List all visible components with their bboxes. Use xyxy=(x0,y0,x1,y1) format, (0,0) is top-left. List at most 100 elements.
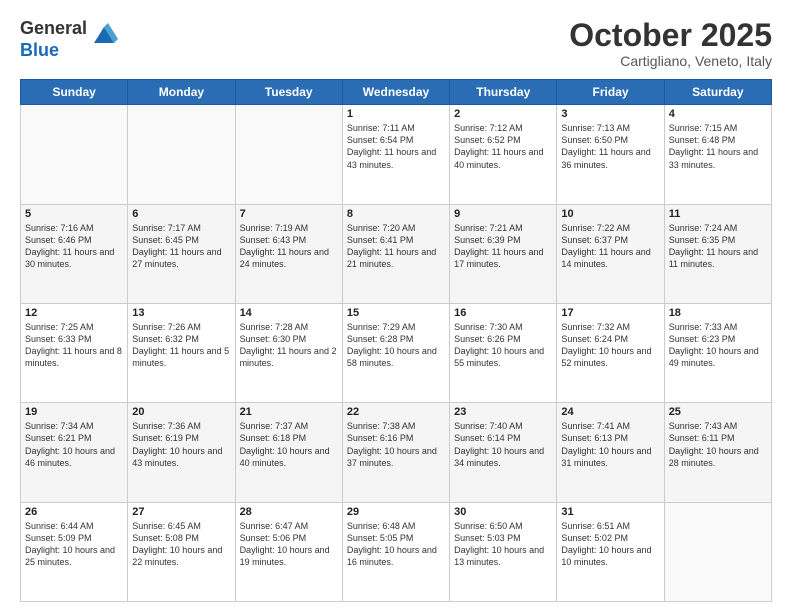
day-number: 23 xyxy=(454,406,552,418)
day-info: Sunrise: 6:47 AM Sunset: 5:06 PM Dayligh… xyxy=(240,520,338,569)
day-number: 21 xyxy=(240,406,338,418)
header-sunday: Sunday xyxy=(21,80,128,105)
day-number: 3 xyxy=(561,108,659,120)
logo: General Blue xyxy=(20,18,118,61)
calendar-week-row: 12 Sunrise: 7:25 AM Sunset: 6:33 PM Dayli… xyxy=(21,303,772,402)
calendar-week-row: 19 Sunrise: 7:34 AM Sunset: 6:21 PM Dayli… xyxy=(21,403,772,502)
day-info: Sunrise: 7:43 AM Sunset: 6:11 PM Dayligh… xyxy=(669,420,767,469)
table-row xyxy=(235,105,342,204)
table-row: 17 Sunrise: 7:32 AM Sunset: 6:24 PM Dayli… xyxy=(557,303,664,402)
day-number: 2 xyxy=(454,108,552,120)
day-info: Sunrise: 7:28 AM Sunset: 6:30 PM Dayligh… xyxy=(240,321,338,370)
day-number: 19 xyxy=(25,406,123,418)
day-info: Sunrise: 7:21 AM Sunset: 6:39 PM Dayligh… xyxy=(454,222,552,271)
day-number: 31 xyxy=(561,506,659,518)
table-row: 1 Sunrise: 7:11 AM Sunset: 6:54 PM Daylig… xyxy=(342,105,449,204)
day-info: Sunrise: 7:16 AM Sunset: 6:46 PM Dayligh… xyxy=(25,222,123,271)
day-info: Sunrise: 7:15 AM Sunset: 6:48 PM Dayligh… xyxy=(669,122,767,171)
day-info: Sunrise: 6:44 AM Sunset: 5:09 PM Dayligh… xyxy=(25,520,123,569)
table-row: 13Sunrise: 7:26 AM Sunset: 6:32 PM Dayli… xyxy=(128,303,235,402)
day-info: Sunrise: 7:22 AM Sunset: 6:37 PM Dayligh… xyxy=(561,222,659,271)
table-row: 12 Sunrise: 7:25 AM Sunset: 6:33 PM Dayli… xyxy=(21,303,128,402)
header-monday: Monday xyxy=(128,80,235,105)
day-info: Sunrise: 7:32 AM Sunset: 6:24 PM Dayligh… xyxy=(561,321,659,370)
day-info: Sunrise: 6:45 AM Sunset: 5:08 PM Dayligh… xyxy=(132,520,230,569)
calendar-week-row: 26Sunrise: 6:44 AM Sunset: 5:09 PM Dayli… xyxy=(21,502,772,601)
table-row: 2 Sunrise: 7:12 AM Sunset: 6:52 PM Daylig… xyxy=(450,105,557,204)
day-info: Sunrise: 7:38 AM Sunset: 6:16 PM Dayligh… xyxy=(347,420,445,469)
table-row: 11 Sunrise: 7:24 AM Sunset: 6:35 PM Dayli… xyxy=(664,204,771,303)
table-row: 20Sunrise: 7:36 AM Sunset: 6:19 PM Dayli… xyxy=(128,403,235,502)
table-row: 14 Sunrise: 7:28 AM Sunset: 6:30 PM Dayli… xyxy=(235,303,342,402)
day-number: 9 xyxy=(454,208,552,220)
header-wednesday: Wednesday xyxy=(342,80,449,105)
day-number: 29 xyxy=(347,506,445,518)
day-number: 16 xyxy=(454,307,552,319)
day-info: Sunrise: 6:51 AM Sunset: 5:02 PM Dayligh… xyxy=(561,520,659,569)
day-number: 13 xyxy=(132,307,230,319)
table-row: 19 Sunrise: 7:34 AM Sunset: 6:21 PM Dayli… xyxy=(21,403,128,502)
day-info: Sunrise: 7:37 AM Sunset: 6:18 PM Dayligh… xyxy=(240,420,338,469)
page: General Blue October 2025 Cartigliano, V… xyxy=(0,0,792,612)
day-info: Sunrise: 7:41 AM Sunset: 6:13 PM Dayligh… xyxy=(561,420,659,469)
table-row: 22Sunrise: 7:38 AM Sunset: 6:16 PM Dayli… xyxy=(342,403,449,502)
day-info: Sunrise: 7:40 AM Sunset: 6:14 PM Dayligh… xyxy=(454,420,552,469)
day-number: 6 xyxy=(132,208,230,220)
day-number: 12 xyxy=(25,307,123,319)
day-info: Sunrise: 7:17 AM Sunset: 6:45 PM Dayligh… xyxy=(132,222,230,271)
title-section: October 2025 Cartigliano, Veneto, Italy xyxy=(569,18,772,69)
logo-blue: Blue xyxy=(20,40,87,62)
day-info: Sunrise: 6:50 AM Sunset: 5:03 PM Dayligh… xyxy=(454,520,552,569)
table-row: 31 Sunrise: 6:51 AM Sunset: 5:02 PM Dayli… xyxy=(557,502,664,601)
day-number: 1 xyxy=(347,108,445,120)
day-number: 7 xyxy=(240,208,338,220)
table-row: 3 Sunrise: 7:13 AM Sunset: 6:50 PM Daylig… xyxy=(557,105,664,204)
day-number: 25 xyxy=(669,406,767,418)
table-row: 5Sunrise: 7:16 AM Sunset: 6:46 PM Daylig… xyxy=(21,204,128,303)
day-info: Sunrise: 7:25 AM Sunset: 6:33 PM Dayligh… xyxy=(25,321,123,370)
day-number: 28 xyxy=(240,506,338,518)
day-info: Sunrise: 7:11 AM Sunset: 6:54 PM Dayligh… xyxy=(347,122,445,171)
header: General Blue October 2025 Cartigliano, V… xyxy=(20,18,772,69)
header-thursday: Thursday xyxy=(450,80,557,105)
table-row: 4 Sunrise: 7:15 AM Sunset: 6:48 PM Daylig… xyxy=(664,105,771,204)
day-info: Sunrise: 7:30 AM Sunset: 6:26 PM Dayligh… xyxy=(454,321,552,370)
table-row: 29 Sunrise: 6:48 AM Sunset: 5:05 PM Dayli… xyxy=(342,502,449,601)
table-row: 24 Sunrise: 7:41 AM Sunset: 6:13 PM Dayli… xyxy=(557,403,664,502)
day-info: Sunrise: 7:13 AM Sunset: 6:50 PM Dayligh… xyxy=(561,122,659,171)
calendar-week-row: 5Sunrise: 7:16 AM Sunset: 6:46 PM Daylig… xyxy=(21,204,772,303)
day-number: 8 xyxy=(347,208,445,220)
location-subtitle: Cartigliano, Veneto, Italy xyxy=(569,53,772,69)
month-title: October 2025 xyxy=(569,18,772,53)
table-row: 6 Sunrise: 7:17 AM Sunset: 6:45 PM Daylig… xyxy=(128,204,235,303)
day-info: Sunrise: 7:24 AM Sunset: 6:35 PM Dayligh… xyxy=(669,222,767,271)
day-info: Sunrise: 6:48 AM Sunset: 5:05 PM Dayligh… xyxy=(347,520,445,569)
table-row: 25 Sunrise: 7:43 AM Sunset: 6:11 PM Dayli… xyxy=(664,403,771,502)
logo-icon xyxy=(90,21,118,49)
day-number: 4 xyxy=(669,108,767,120)
table-row: 9 Sunrise: 7:21 AM Sunset: 6:39 PM Daylig… xyxy=(450,204,557,303)
table-row: 18 Sunrise: 7:33 AM Sunset: 6:23 PM Dayli… xyxy=(664,303,771,402)
calendar-table: Sunday Monday Tuesday Wednesday Thursday… xyxy=(20,79,772,602)
day-info: Sunrise: 7:12 AM Sunset: 6:52 PM Dayligh… xyxy=(454,122,552,171)
table-row: 21 Sunrise: 7:37 AM Sunset: 6:18 PM Dayli… xyxy=(235,403,342,502)
logo-general: General xyxy=(20,18,87,40)
day-number: 11 xyxy=(669,208,767,220)
table-row: 10Sunrise: 7:22 AM Sunset: 6:37 PM Dayli… xyxy=(557,204,664,303)
day-number: 24 xyxy=(561,406,659,418)
day-number: 18 xyxy=(669,307,767,319)
table-row: 16 Sunrise: 7:30 AM Sunset: 6:26 PM Dayli… xyxy=(450,303,557,402)
day-info: Sunrise: 7:19 AM Sunset: 6:43 PM Dayligh… xyxy=(240,222,338,271)
calendar-week-row: 1 Sunrise: 7:11 AM Sunset: 6:54 PM Daylig… xyxy=(21,105,772,204)
day-number: 14 xyxy=(240,307,338,319)
table-row xyxy=(664,502,771,601)
days-header-row: Sunday Monday Tuesday Wednesday Thursday… xyxy=(21,80,772,105)
header-tuesday: Tuesday xyxy=(235,80,342,105)
day-info: Sunrise: 7:34 AM Sunset: 6:21 PM Dayligh… xyxy=(25,420,123,469)
day-info: Sunrise: 7:33 AM Sunset: 6:23 PM Dayligh… xyxy=(669,321,767,370)
table-row: 15Sunrise: 7:29 AM Sunset: 6:28 PM Dayli… xyxy=(342,303,449,402)
day-info: Sunrise: 7:20 AM Sunset: 6:41 PM Dayligh… xyxy=(347,222,445,271)
day-number: 17 xyxy=(561,307,659,319)
table-row: 30Sunrise: 6:50 AM Sunset: 5:03 PM Dayli… xyxy=(450,502,557,601)
table-row: 8 Sunrise: 7:20 AM Sunset: 6:41 PM Daylig… xyxy=(342,204,449,303)
